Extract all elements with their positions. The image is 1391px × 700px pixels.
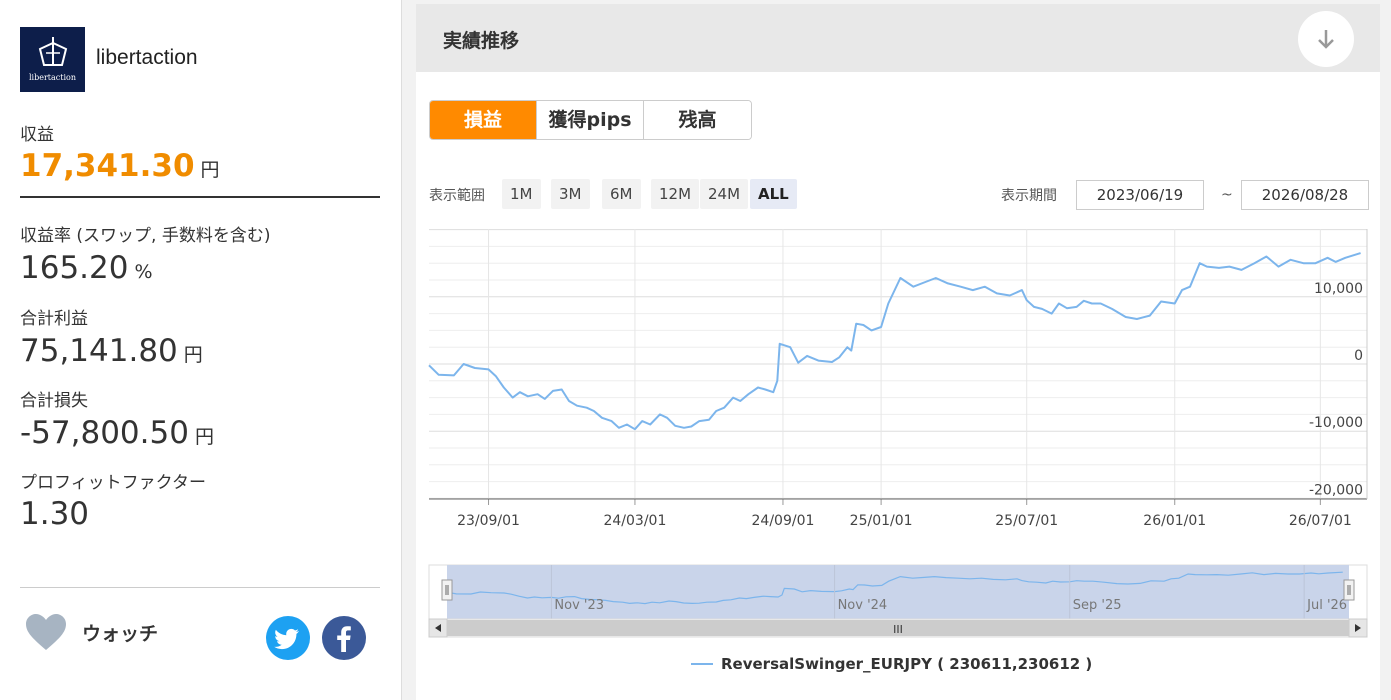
gross-profit-unit: 円: [183, 344, 203, 366]
range-all-button[interactable]: ALL: [750, 179, 797, 209]
rate-value: 165.20%: [20, 250, 153, 286]
gross-loss-value: -57,800.50 円: [20, 415, 214, 451]
range-24m-button[interactable]: 24M: [700, 179, 749, 209]
navigator-handle[interactable]: [441, 579, 453, 601]
performance-panel: 実績推移 損益 獲得pips 残高 表示範囲 1M 3M 6M 12M 24M …: [416, 4, 1380, 700]
facebook-share-button[interactable]: [322, 616, 366, 660]
x-tick-label: 23/09/01: [457, 513, 520, 529]
range-3m-button[interactable]: 3M: [551, 179, 590, 209]
profit-amount: 17,341.30: [20, 148, 195, 184]
download-button[interactable]: [1298, 11, 1354, 67]
pf-value: 1.30: [20, 496, 90, 532]
range-12m-button[interactable]: 12M: [651, 179, 700, 209]
profit-chart[interactable]: 23/09/01 24/03/01 24/09/01 25/01/01 25/07/01…: [416, 219, 1380, 649]
facebook-icon: [337, 626, 351, 652]
metric-tabs: 損益 獲得pips 残高: [429, 100, 752, 140]
twitter-share-button[interactable]: [266, 616, 310, 660]
rate-amount: 165.20: [20, 250, 129, 286]
y-tick-label: -20,000: [1309, 482, 1363, 498]
x-tick-label: 26/01/01: [1143, 513, 1206, 529]
period-label: 表示期間: [1001, 188, 1057, 204]
gross-loss-amount: -57,800.50: [20, 415, 189, 451]
navigator-handle-box: [1343, 579, 1355, 601]
scrollbar-grip-icon: III: [893, 623, 903, 636]
panel-header: 実績推移: [416, 4, 1380, 72]
navigator-label: Jul '26: [1306, 598, 1347, 613]
divider: [20, 587, 380, 588]
period-separator: ~: [1221, 187, 1233, 203]
chart-scrollbar[interactable]: III: [428, 618, 1368, 638]
tab-pips[interactable]: 獲得pips: [537, 101, 644, 139]
logo-text: libertaction: [28, 73, 76, 82]
profit-unit: 円: [200, 159, 220, 181]
navigator-label: Nov '24: [838, 598, 888, 613]
period-from-input[interactable]: 2023/06/19: [1076, 180, 1204, 210]
x-tick-label: 24/09/01: [752, 513, 815, 529]
chart-legend[interactable]: ReversalSwinger_EURJPY ( 230611,230612 ): [691, 655, 1092, 673]
rate-label: 収益率 (スワップ, 手数料を含む): [20, 226, 271, 246]
tab-profit[interactable]: 損益: [430, 101, 537, 139]
range-label: 表示範囲: [429, 188, 485, 204]
profit-label: 収益: [20, 125, 54, 145]
summary-panel: libertaction libertaction 収益 17,341.30 円 …: [0, 0, 402, 700]
x-tick-label: 25/07/01: [995, 513, 1058, 529]
ship-icon: [38, 37, 68, 66]
gross-loss-label: 合計損失: [20, 391, 88, 411]
gross-profit-label: 合計利益: [20, 309, 88, 329]
tab-balance[interactable]: 残高: [644, 101, 751, 139]
gross-profit-value: 75,141.80 円: [20, 333, 203, 369]
navigator-label: Sep '25: [1073, 598, 1122, 613]
rate-unit: %: [134, 261, 153, 283]
gross-loss-unit: 円: [194, 426, 214, 448]
watch-label: ウォッチ: [82, 622, 159, 645]
arrow-down-icon: [1318, 30, 1334, 49]
navigator-handle[interactable]: [1343, 579, 1355, 601]
period-to-input[interactable]: 2026/08/28: [1241, 180, 1369, 210]
strategy-name[interactable]: libertaction: [96, 46, 198, 70]
watch-button[interactable]: ウォッチ: [24, 612, 158, 652]
navigator-label: Nov '23: [554, 598, 604, 613]
gross-profit-amount: 75,141.80: [20, 333, 178, 369]
range-6m-button[interactable]: 6M: [602, 179, 641, 209]
legend-swatch: [691, 663, 713, 665]
legend-series-name: ReversalSwinger_EURJPY ( 230611,230612 ): [721, 655, 1093, 673]
heart-icon: [26, 614, 66, 650]
range-1m-button[interactable]: 1M: [502, 179, 541, 209]
x-tick-label: 24/03/01: [603, 513, 666, 529]
twitter-icon: [274, 628, 299, 650]
navigator-handle-box: [441, 579, 453, 601]
x-tick-label: 26/07/01: [1289, 513, 1352, 529]
y-tick-label: -10,000: [1309, 415, 1363, 431]
divider: [20, 196, 380, 198]
x-tick-label: 25/01/01: [850, 513, 913, 529]
y-tick-label: 10,000: [1314, 281, 1363, 297]
panel-title: 実績推移: [443, 30, 520, 52]
profit-value: 17,341.30 円: [20, 148, 220, 184]
y-tick-label: 0: [1354, 348, 1363, 364]
strategy-logo: libertaction: [20, 27, 85, 92]
pf-label: プロフィットファクター: [20, 473, 206, 493]
